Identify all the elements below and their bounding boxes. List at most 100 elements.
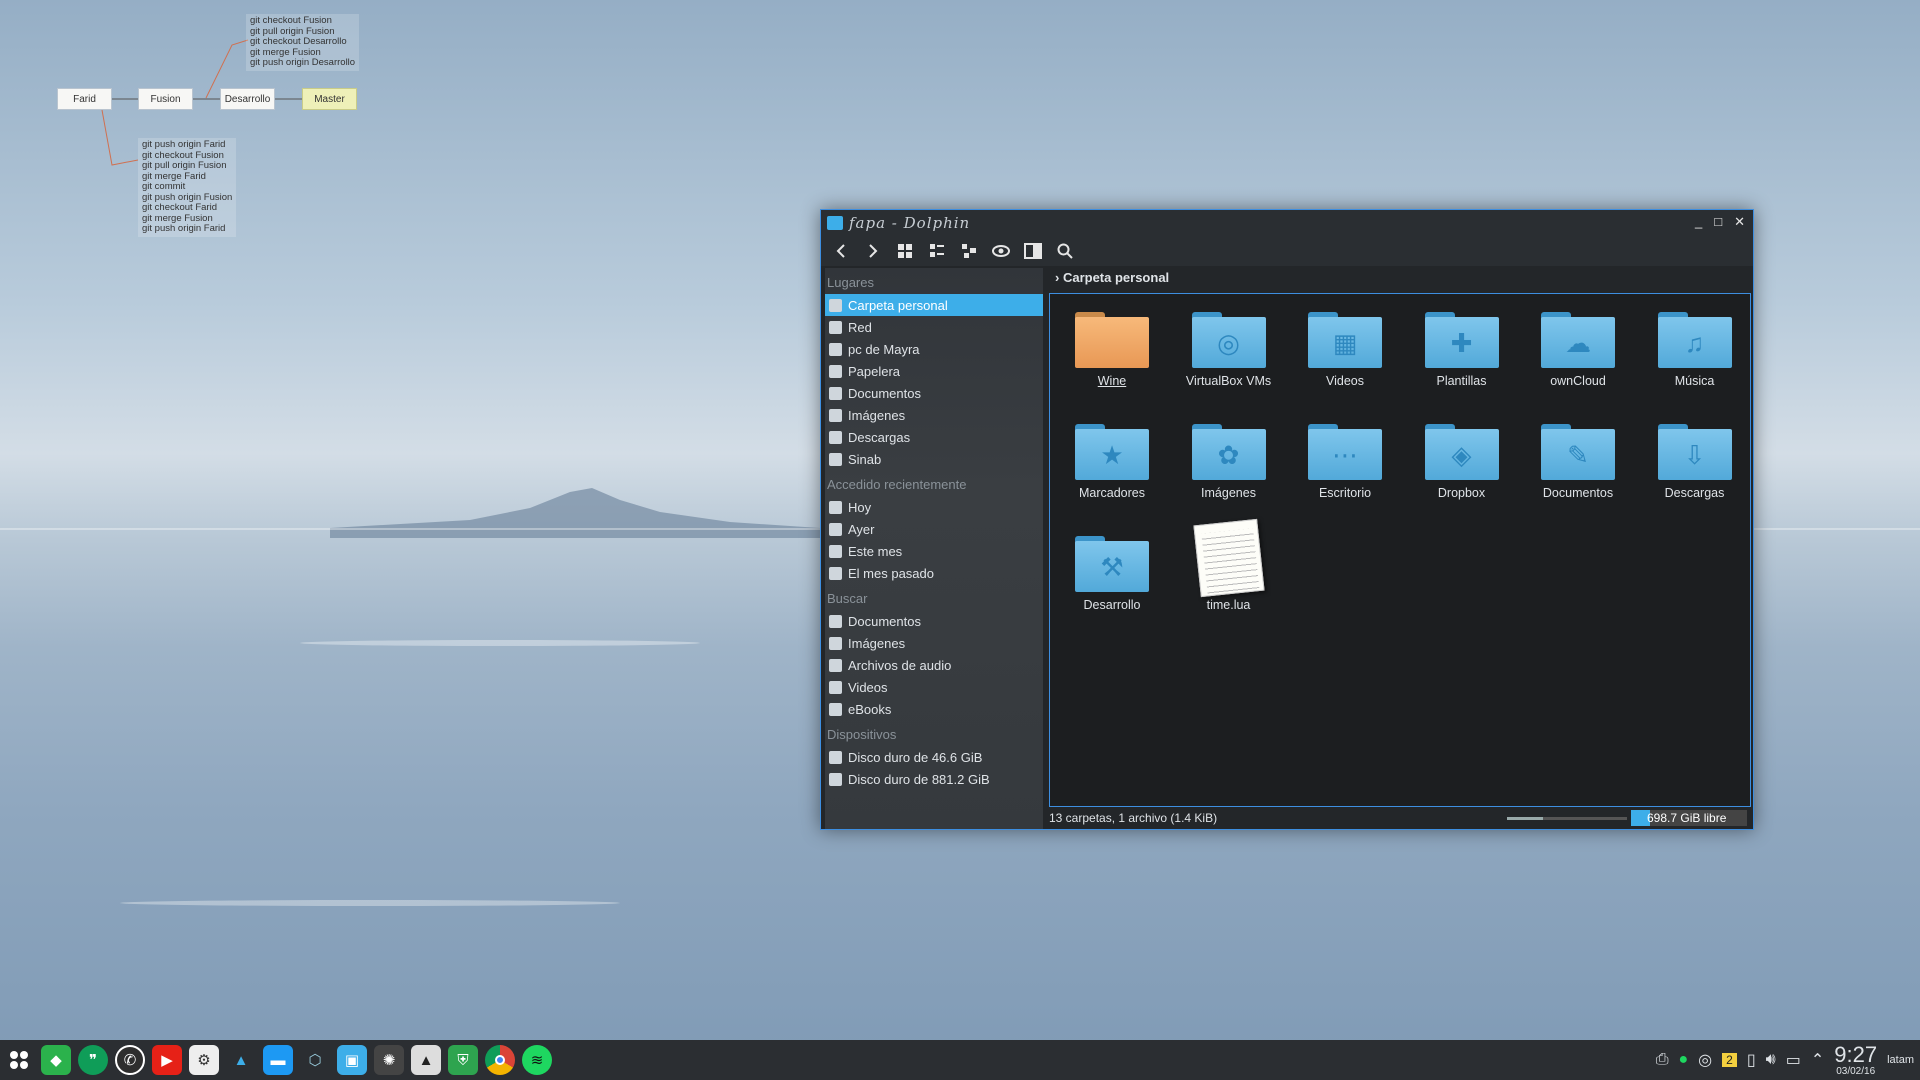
places-item[interactable]: pc de Mayra: [825, 338, 1043, 360]
git-command-line: git push origin Farid: [142, 223, 226, 234]
git-command-line: git push origin Farid: [142, 139, 226, 150]
back-icon: [836, 244, 845, 258]
krita-icon[interactable]: ▲: [226, 1045, 256, 1075]
search-item[interactable]: eBooks: [825, 698, 1043, 720]
user-label[interactable]: latam: [1887, 1054, 1914, 1066]
youtube-icon[interactable]: ▶: [152, 1045, 182, 1075]
file-item-label: VirtualBox VMs: [1185, 374, 1272, 388]
icons-view-button[interactable]: [893, 239, 917, 263]
breadcrumb[interactable]: › Carpeta personal: [1049, 266, 1751, 290]
preview-button[interactable]: [989, 239, 1013, 263]
file-item[interactable]: time.lua: [1173, 518, 1285, 612]
split-view-button[interactable]: [1021, 239, 1045, 263]
places-item-label: Red: [848, 319, 872, 335]
dolphin-taskbar-icon[interactable]: ▬: [263, 1045, 293, 1075]
search-item[interactable]: Imágenes: [825, 632, 1043, 654]
volume-icon[interactable]: 🔊︎: [1766, 1051, 1776, 1069]
search-item[interactable]: Archivos de audio: [825, 654, 1043, 676]
compact-view-icon: [930, 244, 944, 257]
back-button[interactable]: [829, 239, 853, 263]
contacts-icon[interactable]: ▲: [411, 1045, 441, 1075]
file-item[interactable]: ⋯ Escritorio: [1289, 420, 1401, 500]
minimize-button[interactable]: _: [1695, 214, 1702, 230]
spotify-tray-icon[interactable]: ●: [1679, 1051, 1689, 1069]
app-launcher-icon[interactable]: [4, 1045, 34, 1075]
file-item[interactable]: ⇩ Descargas: [1639, 420, 1751, 500]
downloads-folder-icon: ⇩: [1657, 420, 1732, 480]
places-item-label: Papelera: [848, 363, 901, 379]
recent-item-label: El mes pasado: [848, 565, 934, 581]
recent-item[interactable]: Ayer: [825, 518, 1043, 540]
spotify-icon[interactable]: ≋: [522, 1045, 552, 1075]
places-item[interactable]: Carpeta personal: [825, 294, 1043, 316]
feedly-icon[interactable]: ◆: [41, 1045, 71, 1075]
compact-view-button[interactable]: [925, 239, 949, 263]
tray-expand-icon[interactable]: ⌃: [1811, 1050, 1824, 1070]
file-item[interactable]: ⚒ Desarrollo: [1056, 532, 1168, 612]
file-item-label: Wine: [1097, 374, 1127, 388]
file-item[interactable]: Wine: [1056, 308, 1168, 388]
search-button[interactable]: [1053, 239, 1077, 263]
details-view-button[interactable]: [957, 239, 981, 263]
git-command-line: git checkout Farid: [142, 202, 217, 213]
device-item[interactable]: Disco duro de 46.6 GiB: [825, 746, 1043, 768]
recent-item[interactable]: Este mes: [825, 540, 1043, 562]
vpn-shield-icon[interactable]: ⛨: [448, 1045, 478, 1075]
remote-desktop-icon[interactable]: ▣: [337, 1045, 367, 1075]
printer-icon[interactable]: ⎙: [1656, 1051, 1669, 1069]
close-button[interactable]: ✕: [1734, 214, 1745, 230]
whatsapp-icon[interactable]: ✆: [115, 1045, 145, 1075]
search-item[interactable]: Documentos: [825, 610, 1043, 632]
places-item[interactable]: Sinab: [825, 448, 1043, 470]
file-item[interactable]: ✿ Imágenes: [1173, 420, 1285, 500]
places-item[interactable]: Descargas: [825, 426, 1043, 448]
device-item[interactable]: Disco duro de 881.2 GiB: [825, 768, 1043, 790]
settings-icon[interactable]: ⚙: [189, 1045, 219, 1075]
chrome-icon[interactable]: [485, 1045, 515, 1075]
file-item[interactable]: ◈ Dropbox: [1406, 420, 1518, 500]
virtualbox-icon[interactable]: ⬡: [300, 1045, 330, 1075]
forward-button[interactable]: [861, 239, 885, 263]
steam-icon[interactable]: ◎: [1698, 1050, 1712, 1070]
search-item[interactable]: Videos: [825, 676, 1043, 698]
places-item-icon: [829, 342, 842, 356]
monitor-icon[interactable]: ▭: [1786, 1050, 1801, 1070]
file-item[interactable]: ✚ Plantillas: [1406, 308, 1518, 388]
recent-item[interactable]: El mes pasado: [825, 562, 1043, 584]
zoom-slider[interactable]: [1507, 817, 1627, 820]
git-commands-bottom: git push origin Farid git checkout Fusion…: [138, 138, 237, 237]
toolbar: [821, 236, 1753, 266]
places-item[interactable]: Imágenes: [825, 404, 1043, 426]
recent-item[interactable]: Hoy: [825, 496, 1043, 518]
file-item[interactable]: ✎ Documentos: [1522, 420, 1634, 500]
pictures-folder-icon: ✿: [1191, 420, 1266, 480]
places-item[interactable]: Papelera: [825, 360, 1043, 382]
file-item[interactable]: ♫ Música: [1639, 308, 1751, 388]
hangouts-icon[interactable]: ❞: [78, 1045, 108, 1075]
places-item-label: Documentos: [848, 385, 921, 401]
git-command-line: git checkout Desarrollo: [250, 36, 347, 47]
file-item[interactable]: ▦ Videos: [1289, 308, 1401, 388]
main-view: › Carpeta personal Wine ◎ VirtualBox VMs ▦ V…: [1049, 266, 1751, 807]
file-item-label: Videos: [1326, 374, 1364, 388]
places-item[interactable]: Documentos: [825, 382, 1043, 404]
file-item[interactable]: ☁ ownCloud: [1522, 308, 1634, 388]
maximize-button[interactable]: □: [1714, 214, 1722, 230]
phone-icon[interactable]: ▯: [1747, 1050, 1756, 1070]
recent-item-icon: [829, 500, 842, 514]
places-item-icon: [829, 320, 842, 334]
places-item-label: Sinab: [848, 451, 882, 467]
file-item-label: Música: [1674, 374, 1715, 388]
file-view[interactable]: Wine ◎ VirtualBox VMs ▦ Videos ✚ Plantillas ☁ ow…: [1049, 293, 1751, 807]
file-item-label: Marcadores: [1079, 486, 1145, 500]
system-gear-icon[interactable]: ✺: [374, 1045, 404, 1075]
notes-badge[interactable]: 2: [1722, 1053, 1737, 1067]
system-tray: ⎙ ● ◎ 2 ▯ 🔊︎ ▭ ⌃ 9:27 03/02/16 latam: [1656, 1040, 1920, 1080]
file-item-label: ownCloud: [1550, 374, 1606, 388]
places-item[interactable]: Red: [825, 316, 1043, 338]
file-item[interactable]: ★ Marcadores: [1056, 420, 1168, 500]
free-space-label: 698.7 GiB libre: [1647, 811, 1727, 825]
split-view-icon: [1024, 243, 1042, 259]
clock[interactable]: 9:27 03/02/16: [1834, 1043, 1877, 1077]
file-item[interactable]: ◎ VirtualBox VMs: [1173, 308, 1285, 388]
